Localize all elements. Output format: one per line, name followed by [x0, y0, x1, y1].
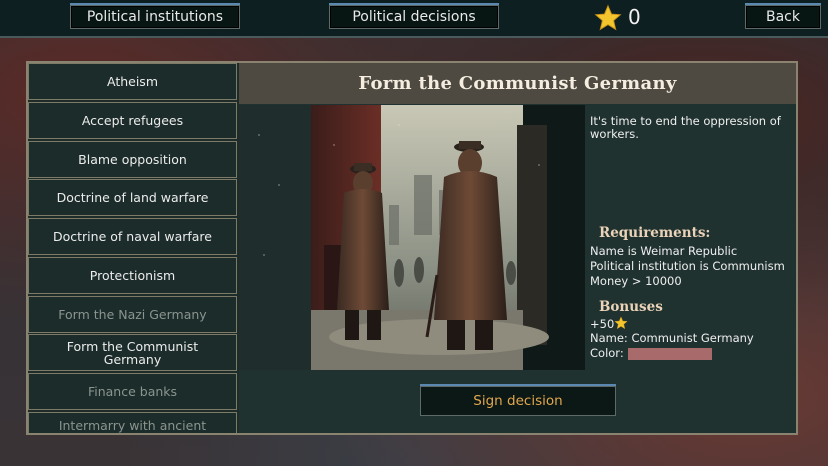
requirement-line: Name is Weimar Republic: [590, 244, 738, 258]
decision-list[interactable]: Atheism Accept refugees Blame opposition…: [28, 63, 239, 433]
bonus-color-label: Color:: [590, 346, 624, 360]
political-institutions-label: Political institutions: [86, 9, 224, 25]
decision-item-protectionism[interactable]: Protectionism: [28, 257, 237, 294]
bonus-color-line: Color:: [590, 346, 712, 360]
decision-item-label: Protectionism: [89, 268, 176, 283]
decision-item-label: Atheism: [106, 74, 158, 89]
score-value: 0: [628, 5, 641, 29]
bonus-score-line: +50: [590, 316, 629, 331]
decision-item-atheism[interactable]: Atheism: [28, 63, 237, 100]
political-decisions-button[interactable]: Political decisions: [329, 3, 499, 29]
sign-decision-label: Sign decision: [473, 393, 563, 409]
top-bar: Political institutions Political decisio…: [0, 0, 828, 38]
decision-item-label: Form the Communist Germany: [66, 338, 199, 367]
decision-item-label: Blame opposition: [78, 152, 187, 167]
decision-title: Form the Communist Germany: [358, 73, 677, 94]
star-icon: [614, 316, 629, 330]
star-icon: [594, 4, 622, 31]
sign-decision-button[interactable]: Sign decision: [420, 384, 616, 416]
decision-item-finance-banks[interactable]: Finance banks: [28, 373, 237, 410]
color-swatch: [627, 347, 712, 360]
political-institutions-button[interactable]: Political institutions: [70, 3, 240, 29]
decision-item-label: Form the Nazi Germany: [58, 307, 207, 322]
decision-description: It's time to end the oppression of worke…: [590, 114, 781, 141]
decision-item-doctrine-naval-warfare[interactable]: Doctrine of naval warfare: [28, 218, 237, 255]
back-label: Back: [766, 9, 800, 25]
decision-item-label: Accept refugees: [81, 113, 184, 128]
decision-item-accept-refugees[interactable]: Accept refugees: [28, 102, 237, 139]
decision-item-doctrine-land-warfare[interactable]: Doctrine of land warfare: [28, 179, 237, 216]
decision-detail: Form the Communist Germany It's time to …: [239, 63, 796, 433]
back-button[interactable]: Back: [745, 3, 821, 29]
decision-item-blame-opposition[interactable]: Blame opposition: [28, 141, 237, 178]
decision-item-label: Doctrine of land warfare: [56, 190, 209, 205]
decision-illustration: [239, 105, 585, 370]
bonus-score: +50: [590, 317, 615, 331]
decision-item-form-communist-germany[interactable]: Form the Communist Germany: [28, 334, 237, 371]
political-decisions-label: Political decisions: [352, 9, 476, 25]
requirement-line: Political institution is Communism: [590, 259, 785, 273]
decision-item-label: Finance banks: [87, 384, 178, 399]
bonus-name: Name: Communist Germany: [590, 331, 754, 345]
decisions-panel: Atheism Accept refugees Blame opposition…: [26, 61, 798, 435]
decision-item-form-nazi-germany[interactable]: Form the Nazi Germany: [28, 296, 237, 333]
decision-title-bar: Form the Communist Germany: [239, 63, 796, 104]
requirement-line: Money > 10000: [590, 274, 682, 288]
decision-item-intermarry[interactable]: Intermarry with ancient: [28, 412, 237, 433]
decision-item-label: Doctrine of naval warfare: [53, 229, 212, 244]
bonuses-heading: Bonuses: [599, 299, 663, 315]
requirements-heading: Requirements:: [599, 225, 711, 241]
decision-item-label: Intermarry with ancient: [58, 418, 207, 433]
